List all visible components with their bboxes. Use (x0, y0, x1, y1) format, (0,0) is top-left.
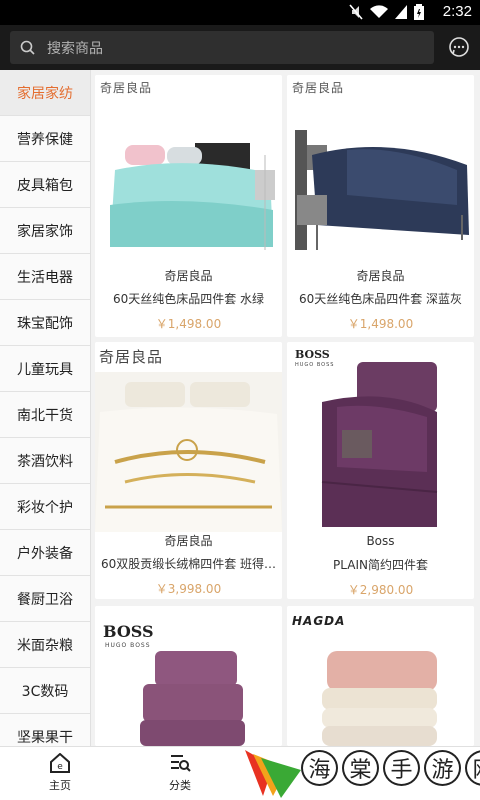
product-brand: 奇居良品 (164, 534, 213, 548)
product-name: PLAIN简约四件套 (333, 558, 428, 572)
search-placeholder: 搜索商品 (47, 40, 103, 57)
product-card[interactable]: 奇居良品 奇居良品 60天丝纯色床品四件套 深蓝灰 ￥1,498.00 (287, 75, 474, 337)
sidebar-item-cosmetics[interactable]: 彩妆个护 (0, 484, 90, 530)
battery-icon (414, 4, 424, 20)
watermark-char: 棠 (342, 750, 379, 786)
product-card[interactable]: 奇居良品 奇居良品 60双股贡缎长绒棉四件套 班得… ￥3,998.00 (95, 342, 282, 599)
status-icons (349, 4, 424, 20)
sidebar-item-appliances[interactable]: 生活电器 (0, 254, 90, 300)
tab-label: 分类 (169, 779, 191, 792)
watermark: 海 棠 手 游 网 (241, 746, 480, 800)
sidebar-item-beverages[interactable]: 茶酒饮料 (0, 438, 90, 484)
category-icon (171, 755, 191, 772)
brand-logo: 奇居良品 (292, 81, 345, 95)
status-bar: 2:32 (0, 0, 480, 25)
brand-logo: HAGDA (292, 614, 346, 628)
tab-label: 主页 (49, 779, 71, 792)
home-icon: e (50, 753, 70, 773)
sidebar-item-digital[interactable]: 3C数码 (0, 668, 90, 714)
watermark-logo-icon (245, 750, 301, 798)
signal-icon (395, 5, 407, 19)
sidebar-item-luggage[interactable]: 皮具箱包 (0, 162, 90, 208)
brand-logo: 奇居良品 (100, 81, 153, 95)
watermark-char: 海 (301, 750, 338, 786)
product-price: ￥1,498.00 (155, 317, 222, 331)
tab-category[interactable]: 分类 (140, 753, 220, 793)
product-brand: 奇居良品 (164, 269, 213, 283)
search-input[interactable]: 搜索商品 (10, 31, 434, 64)
sidebar-item-home-decor[interactable]: 家居家饰 (0, 208, 90, 254)
product-price: ￥2,980.00 (347, 583, 414, 597)
brand-logo: BOSS (295, 348, 330, 361)
product-image (95, 75, 282, 257)
product-name: 60天丝纯色床品四件套 深蓝灰 (298, 292, 463, 306)
status-time: 2:32 (442, 3, 472, 20)
sidebar-item-toys[interactable]: 儿童玩具 (0, 346, 90, 392)
product-brand: 奇居良品 (356, 269, 405, 283)
brand-logo: 奇居良品 (99, 348, 164, 366)
product-card[interactable]: HAGDA (287, 606, 474, 746)
product-image (95, 342, 282, 532)
sidebar-item-dried-goods[interactable]: 南北干货 (0, 392, 90, 438)
product-price: ￥3,998.00 (155, 582, 222, 596)
message-icon[interactable] (448, 36, 470, 58)
product-brand: Boss (366, 534, 395, 548)
brand-logo-sub: HUGO BOSS (105, 642, 151, 649)
product-card[interactable]: BOSS HUGO BOSS Boss PLAIN简约四件套 ￥2,980.00 (287, 342, 474, 599)
product-grid: 奇居良品 奇居良品 60天丝纯色床品四件套 水绿 ￥1,498.00 奇居良品 … (91, 70, 480, 746)
sidebar-item-grains[interactable]: 米面杂粮 (0, 622, 90, 668)
svg-text:e: e (57, 762, 63, 772)
sidebar-item-nuts[interactable]: 坚果果干 (0, 714, 90, 746)
product-name: 60天丝纯色床品四件套 水绿 (112, 292, 265, 306)
sidebar-item-kitchen-bath[interactable]: 餐厨卫浴 (0, 576, 90, 622)
watermark-char: 游 (424, 750, 461, 786)
watermark-char: 网 (465, 750, 480, 786)
product-name: 60双股贡缎长绒棉四件套 班得… (100, 557, 277, 571)
sidebar-item-outdoor[interactable]: 户外装备 (0, 530, 90, 576)
watermark-char: 手 (383, 750, 420, 786)
sidebar-item-home-textiles[interactable]: 家居家纺 (0, 70, 90, 116)
brand-logo: BOSS (103, 622, 154, 641)
category-sidebar: 家居家纺 营养保健 皮具箱包 家居家饰 生活电器 珠宝配饰 儿童玩具 南北干货 … (0, 70, 91, 746)
product-image (287, 342, 474, 532)
tab-home[interactable]: e 主页 (20, 753, 100, 793)
product-card[interactable]: BOSS HUGO BOSS (95, 606, 282, 746)
wifi-icon (370, 5, 388, 19)
top-bar: 搜索商品 (0, 25, 480, 70)
search-icon (20, 40, 35, 55)
mute-icon (349, 4, 363, 20)
sidebar-item-jewelry[interactable]: 珠宝配饰 (0, 300, 90, 346)
brand-logo-sub: HUGO BOSS (295, 362, 335, 368)
product-image (287, 75, 474, 257)
watermark-text: 海 棠 手 游 网 (301, 750, 480, 786)
product-card[interactable]: 奇居良品 奇居良品 60天丝纯色床品四件套 水绿 ￥1,498.00 (95, 75, 282, 337)
sidebar-item-health[interactable]: 营养保健 (0, 116, 90, 162)
product-price: ￥1,498.00 (347, 317, 414, 331)
